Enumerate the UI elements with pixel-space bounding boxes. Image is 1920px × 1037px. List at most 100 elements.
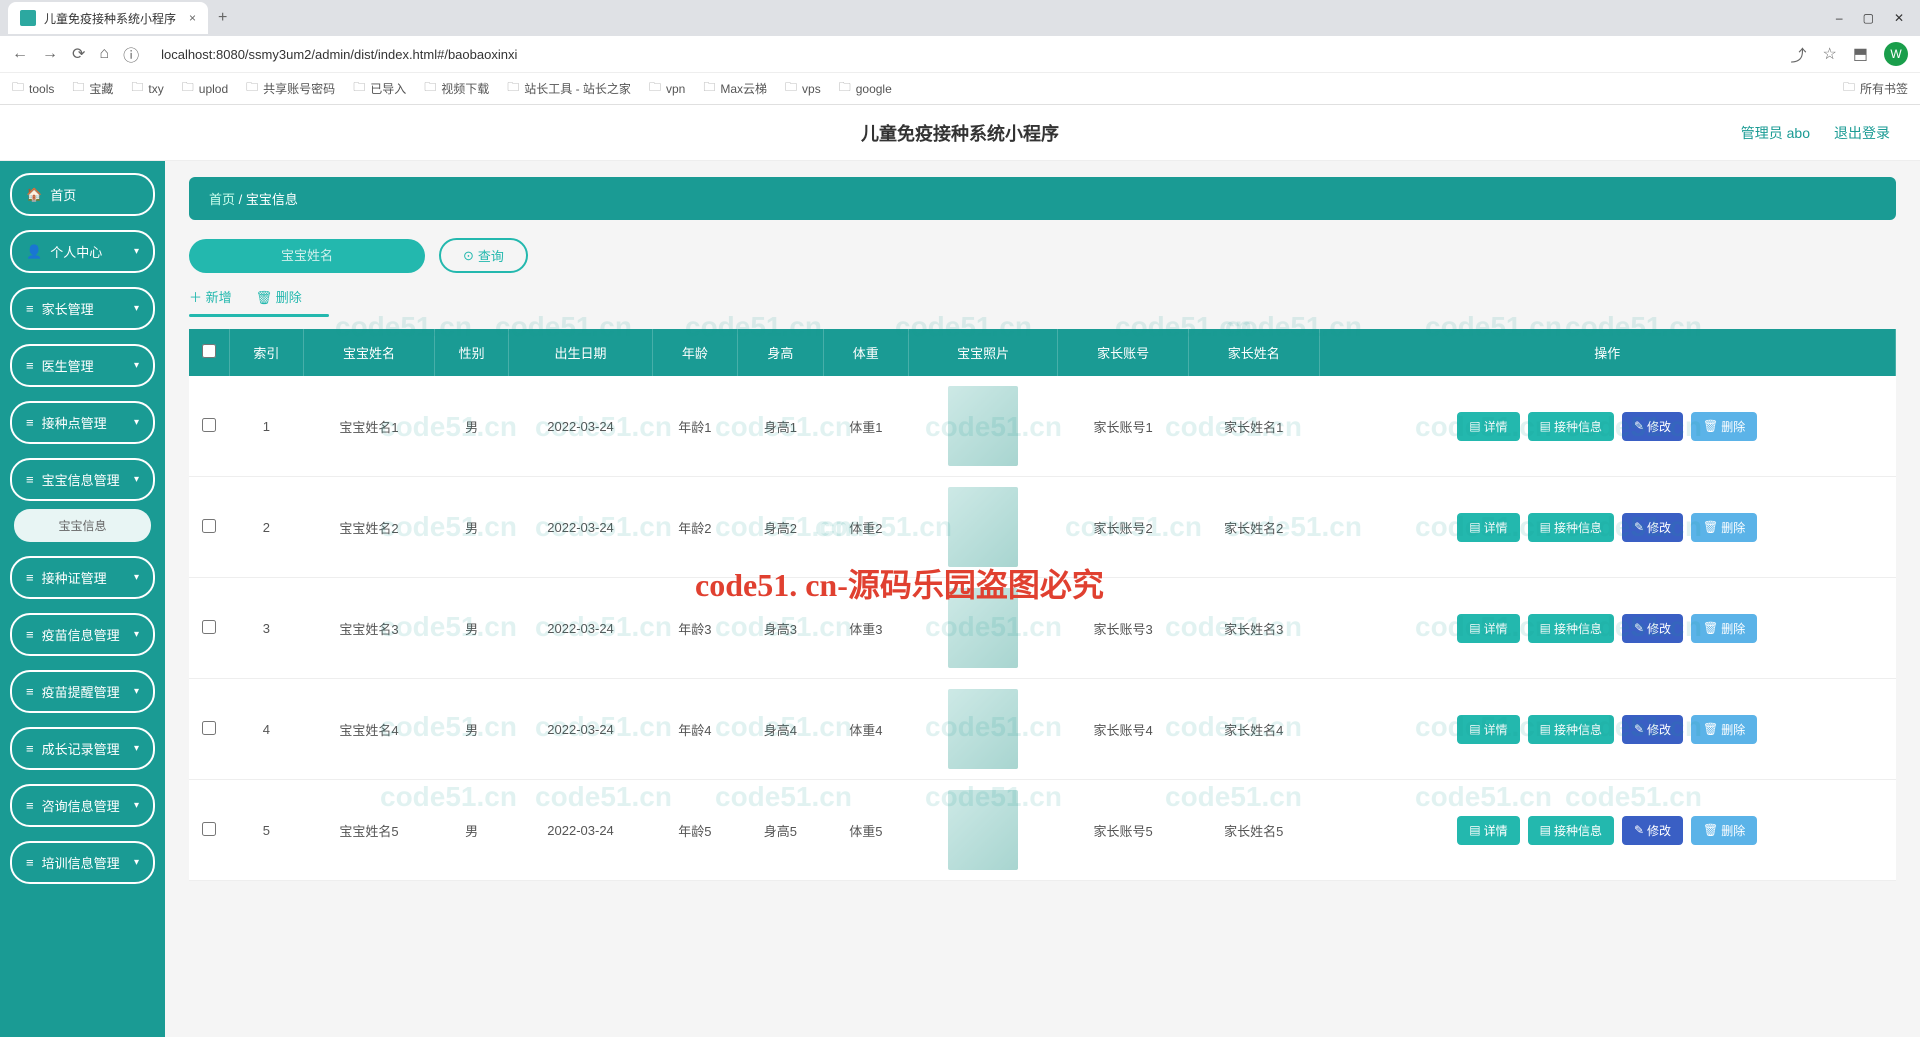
edit-button[interactable]: ✎修改	[1622, 614, 1683, 643]
detail-button[interactable]: ▤详情	[1457, 715, 1519, 744]
sidebar-item-10[interactable]: ≡咨询信息管理▾	[10, 784, 155, 827]
all-bookmarks[interactable]: 🗀所有书签	[1843, 78, 1908, 99]
bookmark-item[interactable]: 🗀已导入	[353, 78, 406, 99]
share-icon[interactable]: ⤴	[1791, 42, 1807, 66]
table-row: 1宝宝姓名1男2022-03-24年龄1身高1体重1家长账号1家长姓名1▤详情▤…	[189, 376, 1896, 477]
minimize-icon[interactable]: –	[1836, 11, 1843, 25]
bookmark-icon[interactable]: ☆	[1823, 44, 1837, 64]
home-icon[interactable]: ⌂	[99, 45, 109, 63]
cell-dob: 2022-03-24	[509, 780, 652, 881]
new-tab-button[interactable]: +	[208, 9, 237, 27]
browser-tab[interactable]: 儿童免疫接种系统小程序 ×	[8, 2, 208, 34]
breadcrumb-home[interactable]: 首页	[209, 192, 235, 207]
add-button[interactable]: ＋ 新增	[189, 287, 232, 306]
row-checkbox[interactable]	[202, 620, 216, 634]
edit-button[interactable]: ✎修改	[1622, 513, 1683, 542]
chevron-down-icon: ▾	[134, 303, 139, 314]
bookmark-item[interactable]: 🗀uplod	[182, 78, 228, 99]
bookmark-item[interactable]: 🗀宝藏	[72, 78, 113, 99]
cell-name: 宝宝姓名4	[304, 679, 435, 780]
back-icon[interactable]: ←	[12, 45, 28, 63]
toolbar: ⊙ 查询	[189, 238, 1896, 273]
site-info-icon[interactable]: ⓘ	[123, 42, 139, 66]
vaccine-info-button[interactable]: ▤接种信息	[1528, 614, 1614, 643]
vaccine-info-button[interactable]: ▤接种信息	[1528, 715, 1614, 744]
search-button[interactable]: ⊙ 查询	[439, 238, 528, 273]
sidebar-item-0[interactable]: 🏠首页	[10, 173, 155, 216]
vaccine-info-button[interactable]: ▤接种信息	[1528, 816, 1614, 845]
bookmark-item[interactable]: 🗀tools	[12, 78, 54, 99]
maximize-icon[interactable]: ▢	[1863, 11, 1874, 25]
bookmark-item[interactable]: 🗀共享账号密码	[246, 78, 335, 99]
sidebar-item-7[interactable]: ≡疫苗信息管理▾	[10, 613, 155, 656]
photo-thumbnail[interactable]	[948, 386, 1018, 466]
detail-button[interactable]: ▤详情	[1457, 412, 1519, 441]
detail-button[interactable]: ▤详情	[1457, 614, 1519, 643]
detail-button[interactable]: ▤详情	[1457, 513, 1519, 542]
row-delete-button[interactable]: 🗑删除	[1691, 412, 1757, 441]
row-delete-button[interactable]: 🗑删除	[1691, 614, 1757, 643]
sidebar-item-2[interactable]: ≡家长管理▾	[10, 287, 155, 330]
url-field[interactable]: localhost:8080/ssmy3um2/admin/dist/index…	[153, 43, 525, 66]
sidebar-item-8[interactable]: ≡疫苗提醒管理▾	[10, 670, 155, 713]
row-delete-button[interactable]: 🗑删除	[1691, 715, 1757, 744]
sidebar-item-label: 医生管理	[42, 356, 94, 375]
sidebar-item-label: 首页	[50, 185, 76, 204]
bookmark-item[interactable]: 🗀txy	[131, 78, 163, 99]
row-checkbox[interactable]	[202, 418, 216, 432]
edit-button[interactable]: ✎修改	[1622, 715, 1683, 744]
logout-link[interactable]: 退出登录	[1834, 123, 1890, 143]
edit-button[interactable]: ✎修改	[1622, 816, 1683, 845]
reload-icon[interactable]: ⟳	[72, 44, 85, 64]
edit-icon: ✎	[1634, 621, 1644, 635]
sidebar-item-11[interactable]: ≡培训信息管理▾	[10, 841, 155, 884]
row-checkbox[interactable]	[202, 721, 216, 735]
tab-title: 儿童免疫接种系统小程序	[44, 10, 176, 27]
edit-button[interactable]: ✎修改	[1622, 412, 1683, 441]
sidebar-item-3[interactable]: ≡医生管理▾	[10, 344, 155, 387]
photo-thumbnail[interactable]	[948, 790, 1018, 870]
search-input[interactable]	[219, 248, 395, 263]
bookmark-item[interactable]: 🗀google	[839, 78, 892, 99]
forward-icon[interactable]: →	[42, 45, 58, 63]
sidebar-item-9[interactable]: ≡成长记录管理▾	[10, 727, 155, 770]
bookmark-item[interactable]: 🗀Max云梯	[703, 78, 767, 99]
bookmark-item[interactable]: 🗀vpn	[649, 78, 685, 99]
address-bar: ← → ⟳ ⌂ ⓘ localhost:8080/ssmy3um2/admin/…	[0, 36, 1920, 72]
bookmark-item[interactable]: 🗀站长工具 - 站长之家	[507, 78, 631, 99]
sidebar-item-1[interactable]: 👤个人中心▾	[10, 230, 155, 273]
admin-label[interactable]: 管理员 abo	[1741, 123, 1810, 143]
menu-icon: ≡	[26, 415, 34, 430]
photo-thumbnail[interactable]	[948, 588, 1018, 668]
sidebar-subitem-active[interactable]: 宝宝信息	[14, 509, 151, 542]
bookmark-item[interactable]: 🗀视频下载	[424, 78, 489, 99]
row-delete-button[interactable]: 🗑删除	[1691, 513, 1757, 542]
vaccine-info-button[interactable]: ▤接种信息	[1528, 412, 1614, 441]
col-header: 家长账号	[1058, 329, 1189, 376]
delete-button[interactable]: 🗑 删除	[256, 287, 302, 306]
row-checkbox[interactable]	[202, 519, 216, 533]
row-checkbox[interactable]	[202, 822, 216, 836]
sidebar-item-4[interactable]: ≡接种点管理▾	[10, 401, 155, 444]
detail-button[interactable]: ▤详情	[1457, 816, 1519, 845]
vaccine-info-button[interactable]: ▤接种信息	[1528, 513, 1614, 542]
row-delete-button[interactable]: 🗑删除	[1691, 816, 1757, 845]
photo-thumbnail[interactable]	[948, 487, 1018, 567]
profile-avatar[interactable]: W	[1884, 42, 1908, 66]
cell-dob: 2022-03-24	[509, 578, 652, 679]
cell-height: 身高5	[738, 780, 823, 881]
photo-thumbnail[interactable]	[948, 689, 1018, 769]
col-header: 性别	[434, 329, 509, 376]
search-input-wrap[interactable]	[189, 239, 425, 273]
extensions-icon[interactable]: ⬒	[1853, 44, 1868, 64]
edit-icon: ✎	[1634, 722, 1644, 736]
bookmark-item[interactable]: 🗀vps	[785, 78, 821, 99]
sidebar-item-6[interactable]: ≡接种证管理▾	[10, 556, 155, 599]
cell-idx: 1	[229, 376, 304, 477]
col-header: 家长姓名	[1188, 329, 1319, 376]
menu-icon: ≡	[26, 741, 34, 756]
close-icon[interactable]: ×	[189, 11, 196, 25]
close-window-icon[interactable]: ✕	[1894, 11, 1904, 25]
select-all-checkbox[interactable]	[202, 344, 216, 358]
sidebar-item-5[interactable]: ≡宝宝信息管理▾	[10, 458, 155, 501]
